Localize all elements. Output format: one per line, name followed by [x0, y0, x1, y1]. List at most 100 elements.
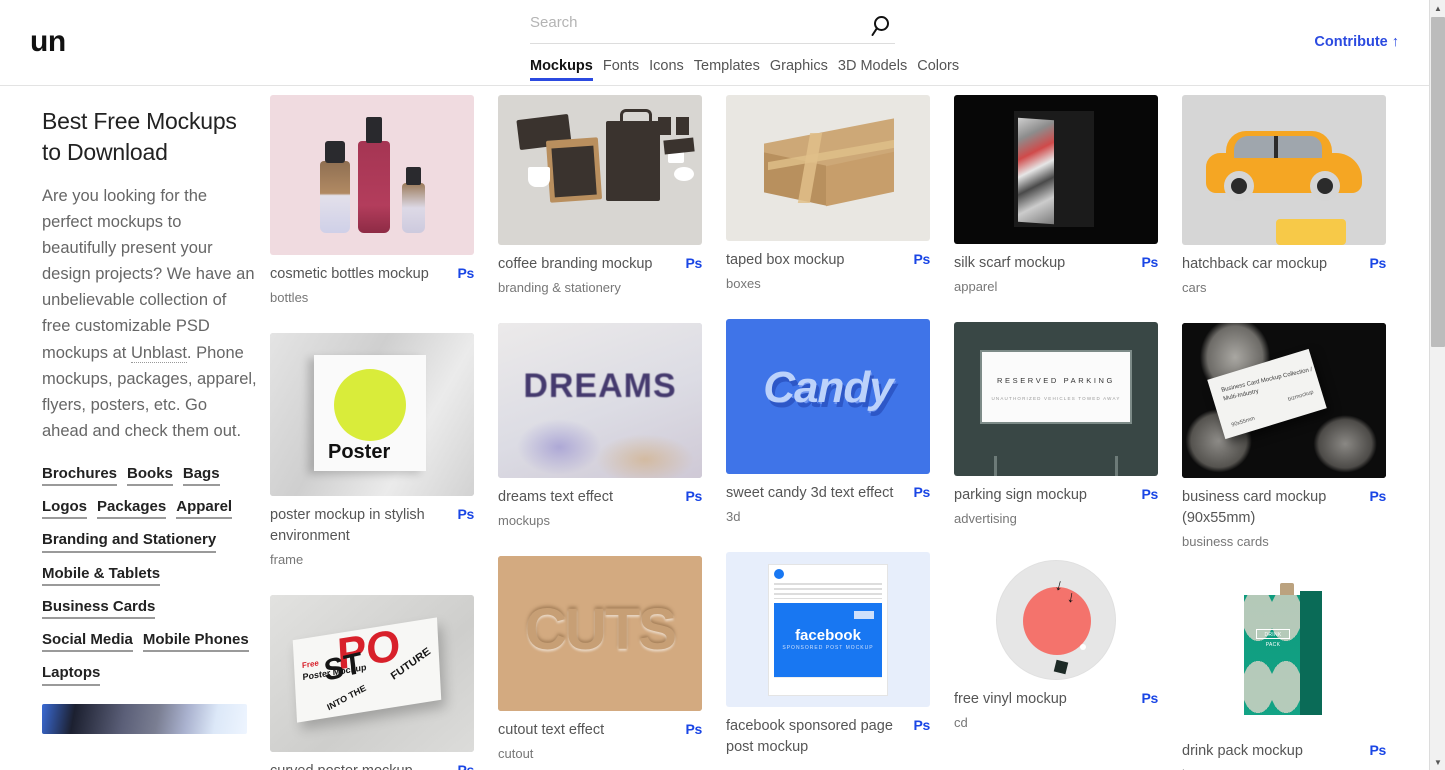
mockup-category[interactable]: mockups: [498, 511, 672, 532]
mockup-card[interactable]: cosmetic bottles mockup bottles Ps: [270, 95, 474, 309]
mockup-category[interactable]: boxes: [726, 274, 900, 295]
mockup-thumbnail-candy-text[interactable]: Candy: [726, 318, 930, 474]
mockup-category[interactable]: advertising: [954, 509, 1128, 530]
tag-books[interactable]: Books: [127, 464, 173, 487]
page-root: un Mockups Fonts Icons Templates Graphic…: [0, 0, 1445, 770]
mockup-title: cosmetic bottles mockup: [270, 266, 429, 282]
mockup-category[interactable]: beverages: [1182, 765, 1356, 770]
mockup-card[interactable]: DREAMS dreams text effect mockups Ps: [498, 322, 702, 532]
candy-artwork-text: Candy: [763, 362, 893, 412]
mockup-category[interactable]: cutout: [498, 744, 672, 765]
search-input[interactable]: [530, 12, 860, 39]
mockup-card[interactable]: DRINK PACK drink pack mockup beverages P…: [1182, 576, 1386, 770]
mockup-title: hatchback car mockup: [1182, 256, 1328, 272]
tag-packages[interactable]: Packages: [97, 497, 167, 520]
mockup-thumbnail-facebook-post[interactable]: facebook SPONSORED POST MOCKUP: [726, 551, 930, 707]
photoshop-badge: Ps: [1141, 254, 1158, 270]
mockup-thumbnail-cosmetic-bottles[interactable]: [270, 95, 474, 255]
mockup-card[interactable]: taped box mockup boxes Ps: [726, 95, 930, 295]
photoshop-badge: Ps: [913, 251, 930, 267]
parking-artwork-line2: UNAUTHORIZED VEHICLES TOWED AWAY: [991, 395, 1121, 401]
photoshop-badge: Ps: [1369, 255, 1386, 271]
drinkpack-artwork-label: DRINK PACK: [1256, 628, 1290, 648]
photoshop-badge: Ps: [913, 716, 930, 733]
tag-branding-and-stationery[interactable]: Branding and Stationery: [42, 530, 217, 553]
mockup-grid: cosmetic bottles mockup bottles Ps Poste…: [270, 95, 1410, 770]
photoshop-badge: Ps: [457, 761, 474, 770]
mockup-card[interactable]: facebook SPONSORED POST MOCKUP facebook …: [726, 551, 930, 758]
mockup-card[interactable]: Business Card Mockup Collection / Multi-…: [1182, 322, 1386, 553]
bcard-artwork-line2: 90x55mm: [1230, 415, 1256, 429]
mockup-title: parking sign mockup: [954, 486, 1087, 503]
mockup-title: silk scarf mockup: [954, 255, 1066, 271]
tag-apparel[interactable]: Apparel: [176, 497, 233, 520]
mockup-card[interactable]: silk scarf mockup apparel Ps: [954, 95, 1158, 298]
mockup-category[interactable]: bottles: [270, 288, 444, 309]
tag-row: Mobile & Tablets: [42, 564, 257, 586]
curved-poster-free-text: Free: [301, 658, 319, 670]
nav-tab-3d-models[interactable]: 3D Models: [838, 58, 907, 81]
photoshop-badge: Ps: [685, 255, 702, 271]
mockup-thumbnail-silk-scarf[interactable]: [954, 95, 1158, 244]
mockup-category[interactable]: branding & stationery: [498, 278, 672, 299]
nav-tab-colors[interactable]: Colors: [917, 58, 959, 81]
unblast-link[interactable]: Unblast: [130, 343, 187, 363]
contribute-link[interactable]: Contribute ↑: [1314, 34, 1399, 50]
sidebar-promo-thumbnail[interactable]: [42, 703, 247, 734]
mockup-thumbnail-cutout-text[interactable]: CUTS: [498, 555, 702, 711]
tag-logos[interactable]: Logos: [42, 497, 87, 520]
mockup-category[interactable]: apparel: [954, 277, 1128, 298]
scroll-up-arrow-icon[interactable]: ▲: [1430, 0, 1445, 16]
mockup-thumbnail-vinyl[interactable]: ↓ ↓: [954, 553, 1158, 680]
mockup-thumbnail-business-card[interactable]: Business Card Mockup Collection / Multi-…: [1182, 322, 1386, 478]
mockup-category[interactable]: frame: [270, 550, 444, 571]
mockup-card[interactable]: coffee branding mockup branding & statio…: [498, 95, 702, 299]
intro-text-before: Are you looking for the perfect mockups …: [42, 187, 255, 362]
mockup-thumbnail-dreams-text[interactable]: DREAMS: [498, 322, 702, 478]
body-area: Best Free Mockups to Download Are you lo…: [0, 86, 1429, 770]
nav-tab-icons[interactable]: Icons: [649, 58, 684, 81]
mockup-card[interactable]: CUTS cutout text effect cutout Ps: [498, 555, 702, 765]
mockup-title: business card mockup (90x55mm): [1182, 488, 1327, 526]
tag-mobile-phones[interactable]: Mobile Phones: [142, 630, 249, 653]
mockup-category[interactable]: cars: [1182, 278, 1356, 299]
tag-business-cards[interactable]: Business Cards: [42, 597, 156, 620]
search-icon[interactable]: [871, 14, 895, 38]
tag-laptops[interactable]: Laptops: [42, 663, 101, 686]
mockup-thumbnail-parking-sign[interactable]: RESERVED PARKING UNAUTHORIZED VEHICLES T…: [954, 321, 1158, 476]
poster-artwork-text: Poster: [328, 440, 391, 463]
mockup-thumbnail-coffee-branding[interactable]: [498, 95, 702, 245]
tag-social-media[interactable]: Social Media: [42, 630, 133, 653]
page-title: Best Free Mockups to Download: [42, 108, 237, 165]
mockup-card[interactable]: PO ST Free Poster Mockup FUTURE INTO THE…: [270, 594, 474, 770]
scroll-down-arrow-icon[interactable]: ▼: [1430, 754, 1445, 770]
mockup-thumbnail-curved-poster[interactable]: PO ST Free Poster Mockup FUTURE INTO THE: [270, 594, 474, 752]
scrollbar-thumb[interactable]: [1431, 17, 1445, 347]
mockup-thumbnail-taped-box[interactable]: [726, 95, 930, 241]
mockup-card[interactable]: ↓ ↓ free vinyl mockup cd Ps: [954, 553, 1158, 734]
mockup-title: taped box mockup: [726, 252, 845, 268]
tag-row: Social Media Mobile Phones: [42, 630, 257, 653]
mockup-card[interactable]: RESERVED PARKING UNAUTHORIZED VEHICLES T…: [954, 321, 1158, 530]
mockup-thumbnail-hatchback-car[interactable]: [1182, 95, 1386, 245]
nav-tab-templates[interactable]: Templates: [694, 58, 760, 81]
nav-tab-mockups[interactable]: Mockups: [530, 58, 593, 81]
photoshop-badge: Ps: [913, 483, 930, 500]
mockup-thumbnail-drink-pack[interactable]: DRINK PACK: [1182, 576, 1386, 732]
nav-tab-fonts[interactable]: Fonts: [603, 58, 639, 81]
mockup-card[interactable]: hatchback car mockup cars Ps: [1182, 95, 1386, 299]
tag-brochures[interactable]: Brochures: [42, 464, 118, 487]
mockup-card[interactable]: Poster poster mockup in stylish environm…: [270, 332, 474, 571]
mockup-thumbnail-poster[interactable]: Poster: [270, 332, 474, 496]
tag-mobile-and-tablets[interactable]: Mobile & Tablets: [42, 564, 161, 586]
tag-bags[interactable]: Bags: [182, 464, 220, 487]
mockup-category[interactable]: cd: [954, 713, 1128, 734]
mockup-category[interactable]: business cards: [1182, 532, 1356, 553]
photoshop-badge: Ps: [457, 505, 474, 522]
nav-tab-graphics[interactable]: Graphics: [770, 58, 828, 81]
site-logo[interactable]: un: [30, 27, 66, 57]
tag-row: Business Cards: [42, 597, 257, 620]
mockup-category[interactable]: 3d: [726, 507, 900, 528]
vertical-scrollbar[interactable]: ▲ ▼: [1429, 0, 1445, 770]
mockup-card[interactable]: Candy sweet candy 3d text effect 3d Ps: [726, 318, 930, 528]
